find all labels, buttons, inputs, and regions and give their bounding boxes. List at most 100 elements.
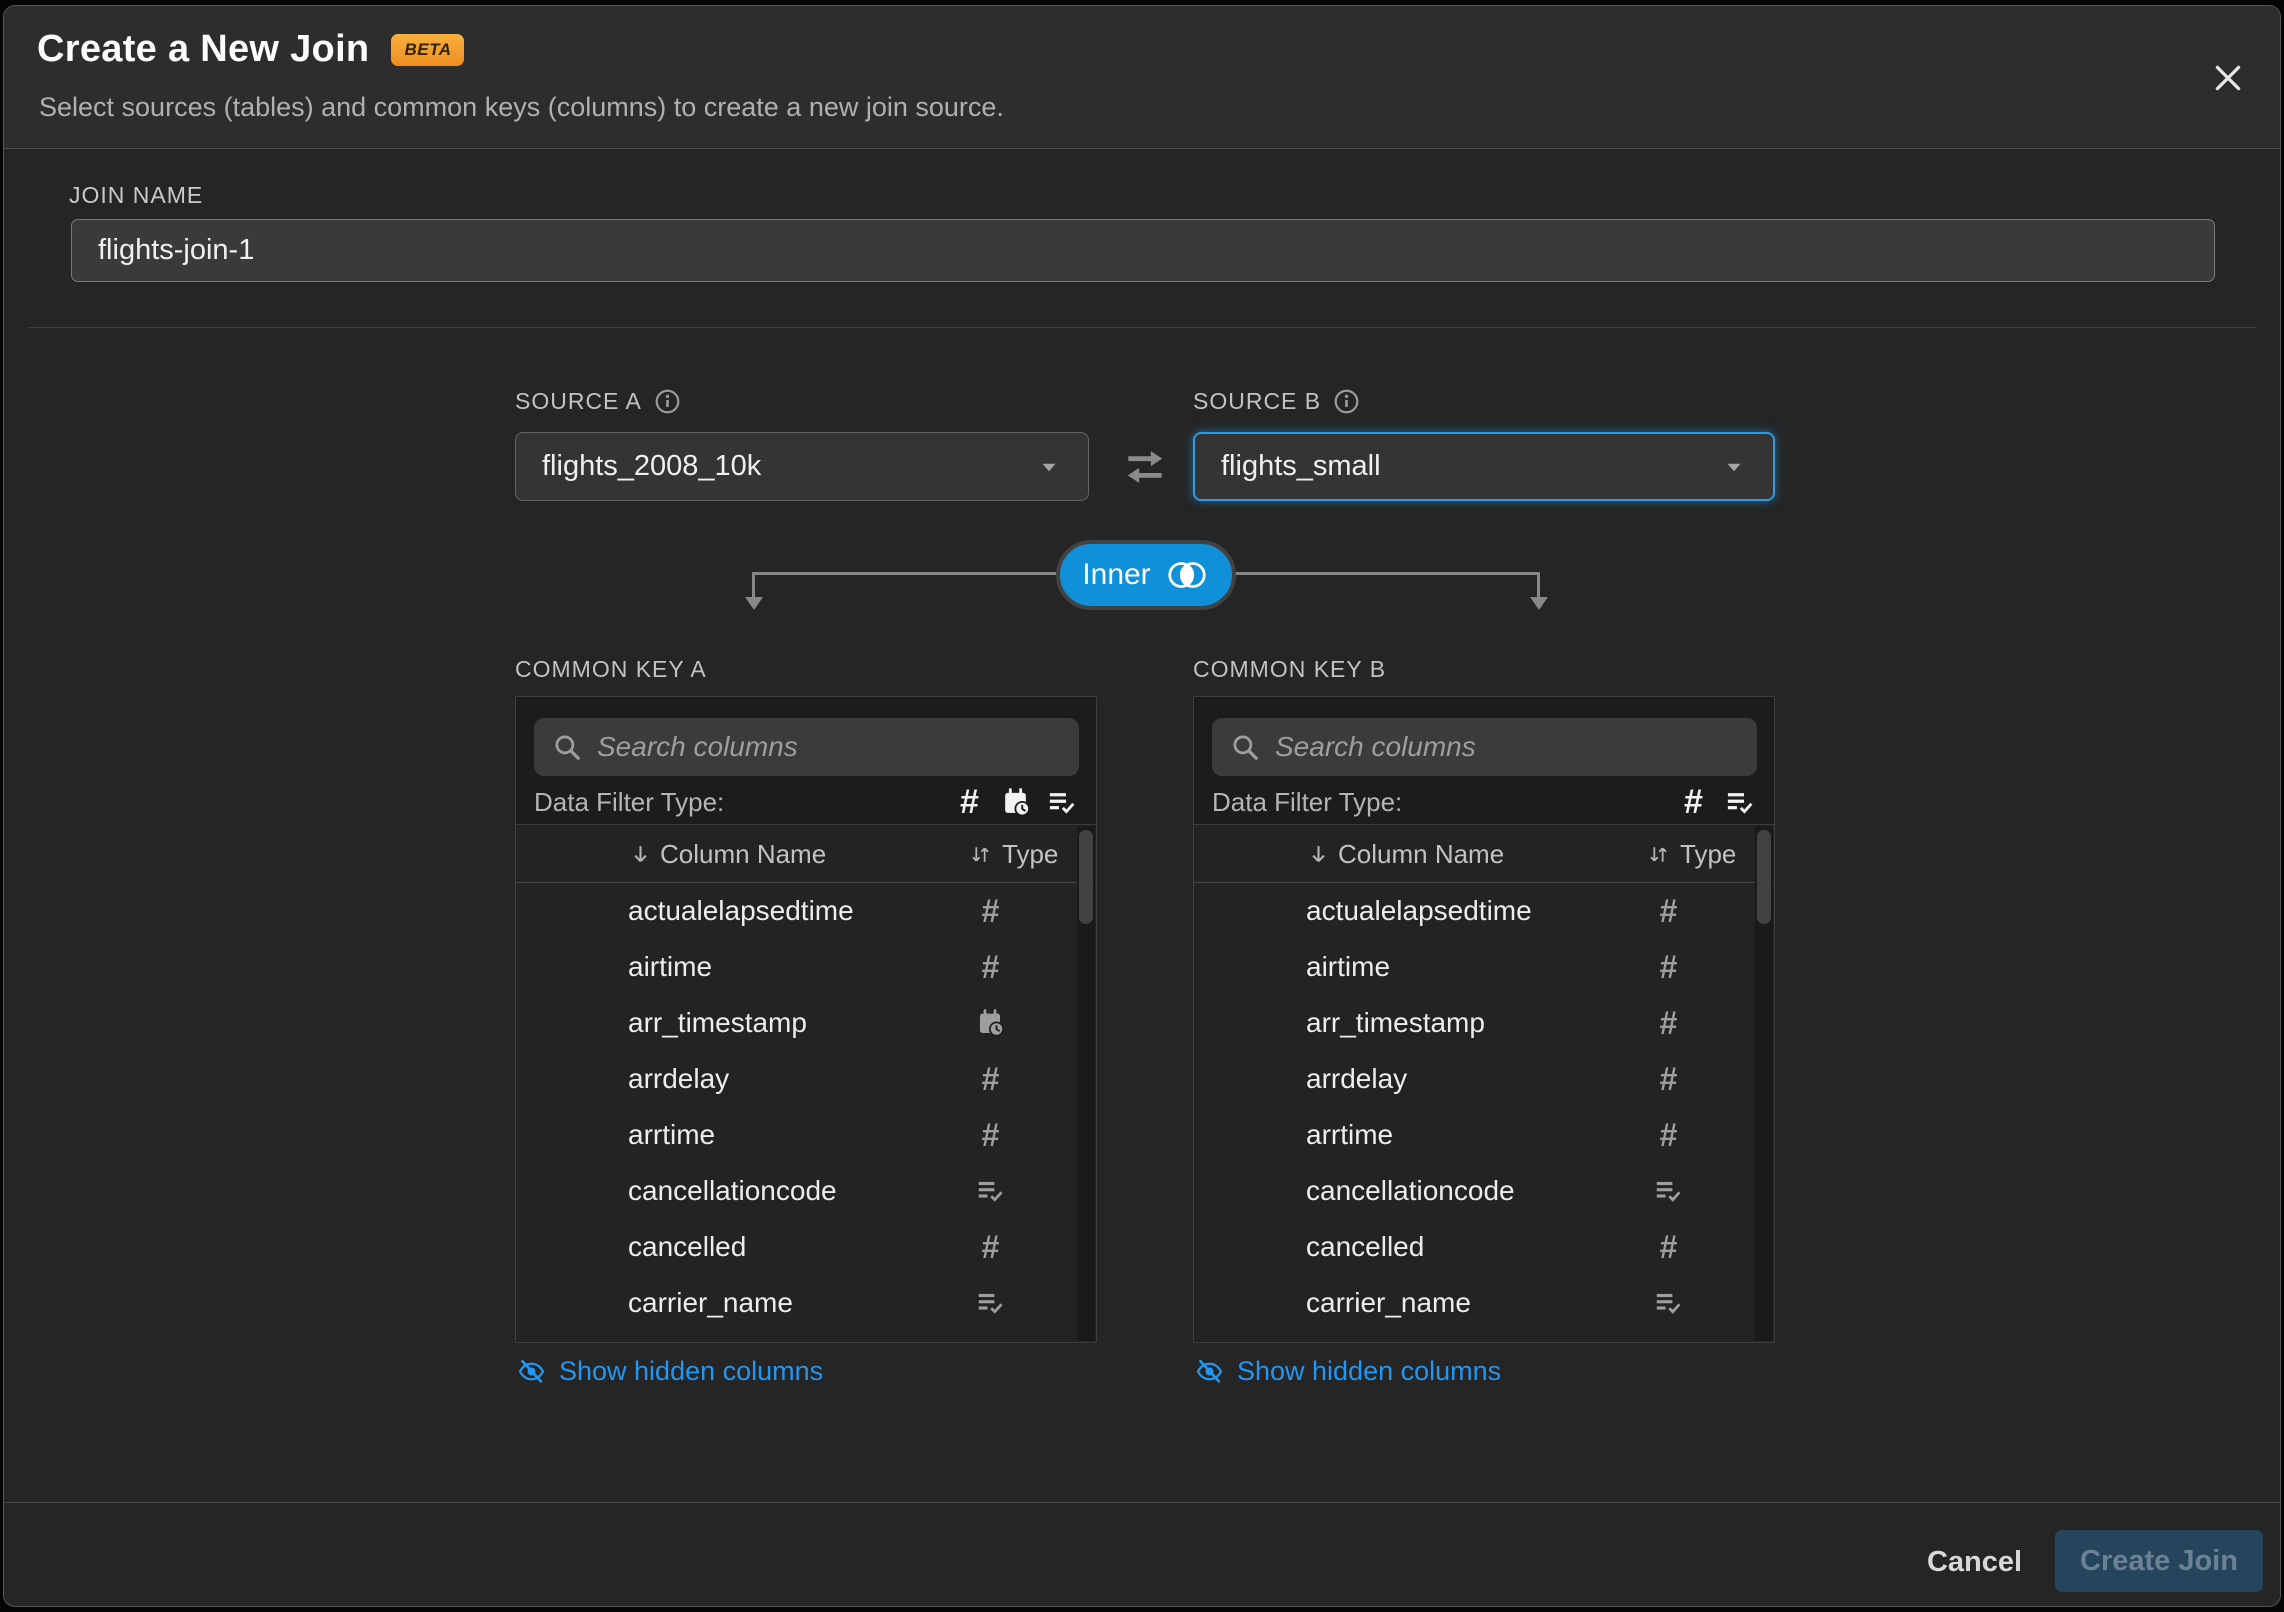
source-b-select[interactable]: flights_small xyxy=(1193,432,1775,501)
column-row[interactable]: cancelled# xyxy=(1194,1219,1774,1275)
text-filter-icon[interactable] xyxy=(1723,787,1755,818)
column-row[interactable]: arr_timestamp xyxy=(516,995,1096,1051)
search-icon xyxy=(552,732,582,762)
sort-updown-icon xyxy=(1646,842,1671,867)
column-row[interactable]: actualelapsedtime# xyxy=(1194,883,1774,939)
divider xyxy=(28,327,2256,328)
modal-header: Create a New Join BETA Select sources (t… xyxy=(4,6,2280,149)
panel-toolbar: Data Filter Type: # xyxy=(516,697,1096,825)
column-row[interactable]: cancelled # xyxy=(516,1219,1096,1275)
scrollbar-thumb[interactable] xyxy=(1079,830,1093,924)
table-header: Column Name Type xyxy=(516,826,1096,883)
search-columns-input[interactable] xyxy=(597,731,1061,763)
connector-line xyxy=(752,572,755,598)
type-header[interactable]: Type xyxy=(968,839,1058,870)
source-a-value: flights_2008_10k xyxy=(542,450,1036,483)
info-icon[interactable] xyxy=(1333,388,1360,415)
column-row[interactable]: airtime # xyxy=(1194,939,1774,995)
column-name-cell: carrier_name xyxy=(628,1287,793,1319)
column-row[interactable]: cancellationcode xyxy=(1194,1163,1774,1219)
common-key-a-label: COMMON KEY A xyxy=(515,656,707,683)
text-type-icon xyxy=(1642,1176,1694,1206)
close-button[interactable] xyxy=(2206,56,2250,100)
search-box xyxy=(534,718,1079,776)
common-key-a-panel: Data Filter Type: # Column Name Type act… xyxy=(515,696,1097,1343)
type-header[interactable]: Type xyxy=(1646,839,1736,870)
timestamp-type-icon xyxy=(964,1008,1016,1038)
columns-table: Column Name Type actualelapsedtime#airti… xyxy=(1194,826,1774,1342)
number-type-icon: # xyxy=(964,1231,1016,1263)
column-name-cell: cancellationcode xyxy=(628,1175,837,1207)
join-name-input[interactable] xyxy=(71,219,2215,282)
join-name-label: JOIN NAME xyxy=(69,182,203,209)
data-filter-type-label: Data Filter Type: xyxy=(1212,787,1663,818)
sort-arrow-down-icon xyxy=(628,842,653,867)
number-type-icon: # xyxy=(964,1119,1016,1151)
column-row[interactable]: carrier_name xyxy=(516,1275,1096,1331)
modal-subtitle: Select sources (tables) and common keys … xyxy=(39,92,1004,123)
column-row[interactable]: arrdelay# xyxy=(516,1051,1096,1107)
column-name-header[interactable]: Column Name xyxy=(1306,839,1504,870)
table-header: Column Name Type xyxy=(1194,826,1774,883)
join-type-label: Inner xyxy=(1082,558,1150,592)
column-row[interactable]: actualelapsedtime # xyxy=(516,883,1096,939)
data-filter-type-label: Data Filter Type: xyxy=(534,787,939,818)
column-row[interactable]: arr_timestamp# xyxy=(1194,995,1774,1051)
info-icon[interactable] xyxy=(654,388,681,415)
common-key-b-label: COMMON KEY B xyxy=(1193,656,1386,683)
search-columns-input[interactable] xyxy=(1275,731,1739,763)
number-type-icon: # xyxy=(1642,1119,1694,1151)
sort-arrow-down-icon xyxy=(1306,842,1331,867)
show-hidden-columns-link[interactable]: Show hidden columns xyxy=(517,1356,823,1387)
connector-line xyxy=(1537,572,1540,598)
column-name-header[interactable]: Column Name xyxy=(628,839,826,870)
modal-title: Create a New Join xyxy=(37,28,369,71)
column-row[interactable]: arrdelay# xyxy=(1194,1051,1774,1107)
column-name-cell: arr_timestamp xyxy=(1306,1007,1485,1039)
number-filter-icon[interactable]: # xyxy=(953,785,985,819)
inner-join-venn-icon xyxy=(1164,560,1210,590)
column-name-cell: cancelled xyxy=(628,1231,746,1263)
panel-toolbar: Data Filter Type: # xyxy=(1194,697,1774,825)
beta-badge: BETA xyxy=(391,34,464,66)
common-key-b-panel: Data Filter Type: # Column Name Type act… xyxy=(1193,696,1775,1343)
number-type-icon: # xyxy=(1642,951,1694,983)
number-type-icon: # xyxy=(1642,1063,1694,1095)
search-box xyxy=(1212,718,1757,776)
eye-off-icon xyxy=(1195,1357,1224,1386)
column-row[interactable]: cancellationcode xyxy=(516,1163,1096,1219)
column-name-cell: carrier_name xyxy=(1306,1287,1471,1319)
show-hidden-columns-link[interactable]: Show hidden columns xyxy=(1195,1356,1501,1387)
column-name-cell: arrtime xyxy=(1306,1119,1393,1151)
column-name-cell: actualelapsedtime xyxy=(628,895,854,927)
column-name-cell: airtime xyxy=(628,951,712,983)
column-name-cell: cancellationcode xyxy=(1306,1175,1515,1207)
column-row[interactable]: carrier_name xyxy=(1194,1275,1774,1331)
timestamp-filter-icon[interactable] xyxy=(999,787,1031,818)
text-filter-icon[interactable] xyxy=(1045,787,1077,818)
column-name-cell: airtime xyxy=(1306,951,1390,983)
chevron-down-icon xyxy=(1036,454,1062,480)
number-filter-icon[interactable]: # xyxy=(1677,785,1709,819)
number-type-icon: # xyxy=(964,895,1016,927)
scrollbar-track[interactable] xyxy=(1755,826,1773,1341)
source-b-value: flights_small xyxy=(1221,450,1721,483)
cancel-button[interactable]: Cancel xyxy=(1907,1532,2042,1592)
eye-off-icon xyxy=(517,1357,546,1386)
number-type-icon: # xyxy=(1642,895,1694,927)
scrollbar-thumb[interactable] xyxy=(1757,830,1771,924)
scrollbar-track[interactable] xyxy=(1077,826,1095,1341)
swap-sources-icon[interactable] xyxy=(1120,442,1170,492)
join-type-toggle[interactable]: Inner xyxy=(1056,540,1236,610)
column-row[interactable]: arrtime# xyxy=(516,1107,1096,1163)
create-join-button[interactable]: Create Join xyxy=(2055,1530,2263,1592)
source-a-select[interactable]: flights_2008_10k xyxy=(515,432,1089,501)
close-icon xyxy=(2211,61,2245,95)
chevron-down-icon xyxy=(1721,454,1747,480)
column-row[interactable]: airtime # xyxy=(516,939,1096,995)
column-name-cell: arrdelay xyxy=(628,1063,729,1095)
column-row[interactable]: arrtime # xyxy=(1194,1107,1774,1163)
column-name-cell: cancelled xyxy=(1306,1231,1424,1263)
columns-table: Column Name Type actualelapsedtime#airti… xyxy=(516,826,1096,1342)
number-type-icon: # xyxy=(964,951,1016,983)
